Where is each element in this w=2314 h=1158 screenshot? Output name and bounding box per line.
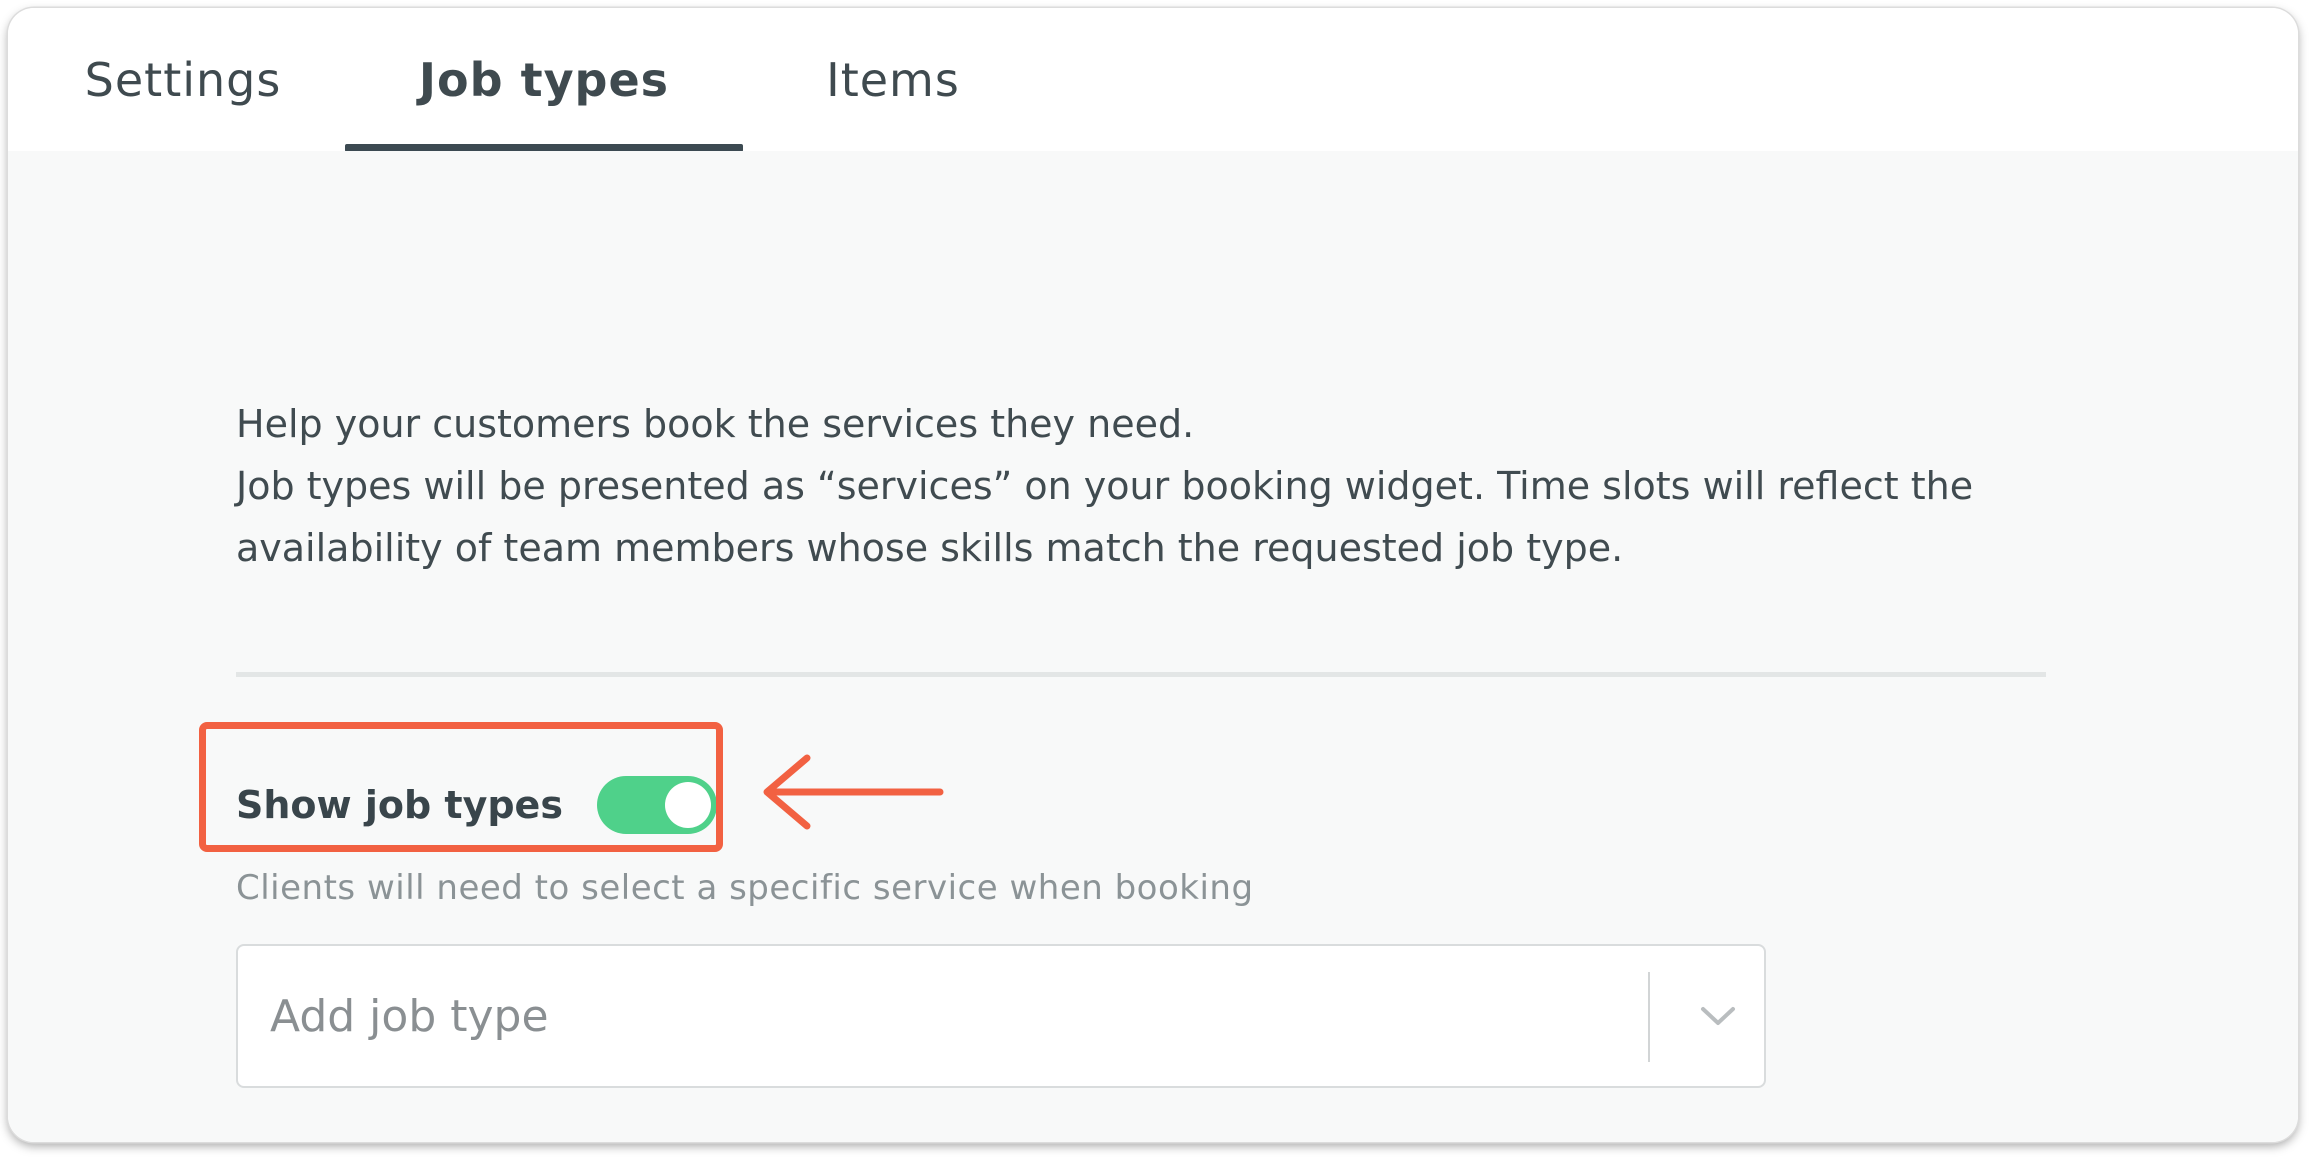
show-job-types-row: Show job types — [236, 770, 717, 840]
dropdown-toggle[interactable] — [1670, 946, 1766, 1086]
toggle-knob — [664, 782, 711, 828]
add-job-type-select[interactable]: Add job type — [236, 944, 1766, 1088]
select-separator — [1648, 972, 1650, 1062]
tab-bar: Settings Job types Items — [8, 8, 2298, 152]
job-types-panel: Help your customers book the services th… — [8, 151, 2298, 1142]
tab-job-types[interactable]: Job types — [345, 8, 743, 151]
description-line-2: Job types will be presented as “services… — [236, 464, 1974, 508]
add-job-type-placeholder: Add job type — [270, 990, 549, 1042]
chevron-down-icon — [1701, 1007, 1735, 1025]
arrow-left-icon — [763, 754, 944, 830]
show-job-types-toggle[interactable] — [596, 776, 717, 834]
show-job-types-hint: Clients will need to select a specific s… — [236, 868, 1254, 908]
tab-settings[interactable]: Settings — [68, 8, 298, 151]
settings-card: Settings Job types Items Help your custo… — [8, 8, 2298, 1142]
description-line-1: Help your customers book the services th… — [236, 402, 1195, 446]
description-line-3: availability of team members whose skill… — [236, 526, 1624, 570]
job-types-description: Help your customers book the services th… — [236, 393, 2136, 579]
show-job-types-label: Show job types — [236, 783, 563, 827]
tab-items[interactable]: Items — [798, 8, 988, 151]
section-divider — [236, 672, 2046, 677]
